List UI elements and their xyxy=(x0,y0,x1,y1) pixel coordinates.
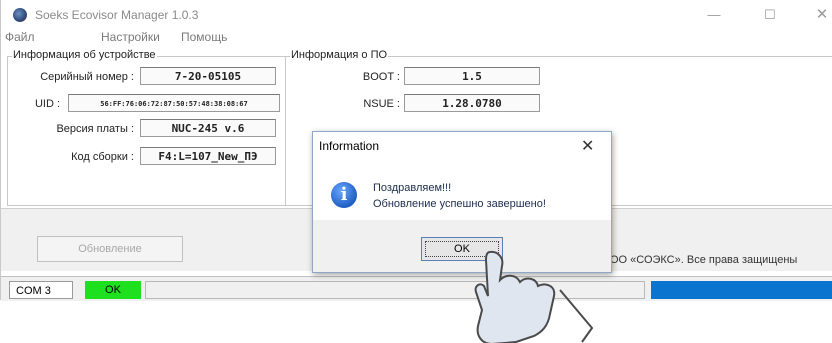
build-field: F4:L=107_New_ПЭ xyxy=(140,147,276,165)
close-window-button[interactable]: ✕ xyxy=(807,4,832,26)
uid-label: UID : xyxy=(34,98,60,110)
dialog-close-button[interactable]: ✕ xyxy=(581,136,594,156)
minimize-button[interactable]: — xyxy=(699,4,729,26)
dialog-title: Information xyxy=(319,139,380,153)
dialog-message-line1: Поздравляем!!! xyxy=(373,182,452,194)
device-info-legend: Информация об устройстве xyxy=(12,49,157,61)
progress-bar xyxy=(651,281,832,299)
window-title: Soeks Ecovisor Manager 1.0.3 xyxy=(35,8,199,22)
uid-field: 56:FF:76:06:72:87:50:57:48:38:08:67 xyxy=(68,94,280,112)
hand-pointer-icon xyxy=(474,250,594,343)
software-info-legend: Информация о ПО xyxy=(290,49,389,61)
board-field: NUC-245 v.6 xyxy=(140,119,276,137)
menu-file[interactable]: Файл xyxy=(5,30,35,44)
boot-label: BOOT : xyxy=(362,71,400,83)
app-icon xyxy=(13,8,27,22)
nsue-label: NSUE : xyxy=(363,98,400,110)
update-button[interactable]: Обновление xyxy=(37,236,183,262)
serial-field: 7-20-05105 xyxy=(140,67,276,85)
boot-field: 1.5 xyxy=(404,67,540,85)
menu-settings[interactable]: Настройки xyxy=(101,30,160,44)
serial-label: Серийный номер : xyxy=(40,71,134,83)
nsue-field: 1.28.0780 xyxy=(404,94,540,112)
status-bar: COM 3 OK xyxy=(1,276,832,301)
port-indicator: COM 3 xyxy=(9,281,73,299)
menu-help[interactable]: Помощь xyxy=(181,30,227,44)
info-icon: i xyxy=(331,182,357,208)
device-info-group: Информация об устройстве Серийный номер … xyxy=(7,49,289,206)
dialog-message-line2: Обновление успешно завершено! xyxy=(373,198,546,210)
maximize-button[interactable]: ☐ xyxy=(755,4,785,26)
menu-bar: Файл Настройки Помощь xyxy=(1,28,832,48)
build-label: Код сборки : xyxy=(71,151,134,163)
copyright-text: Р ООО «СОЭКС». Все права защищены xyxy=(591,254,798,266)
board-label: Версия платы : xyxy=(56,123,134,135)
status-ok-badge: OK xyxy=(85,281,141,299)
title-bar: Soeks Ecovisor Manager 1.0.3 — ☐ ✕ xyxy=(1,0,832,30)
